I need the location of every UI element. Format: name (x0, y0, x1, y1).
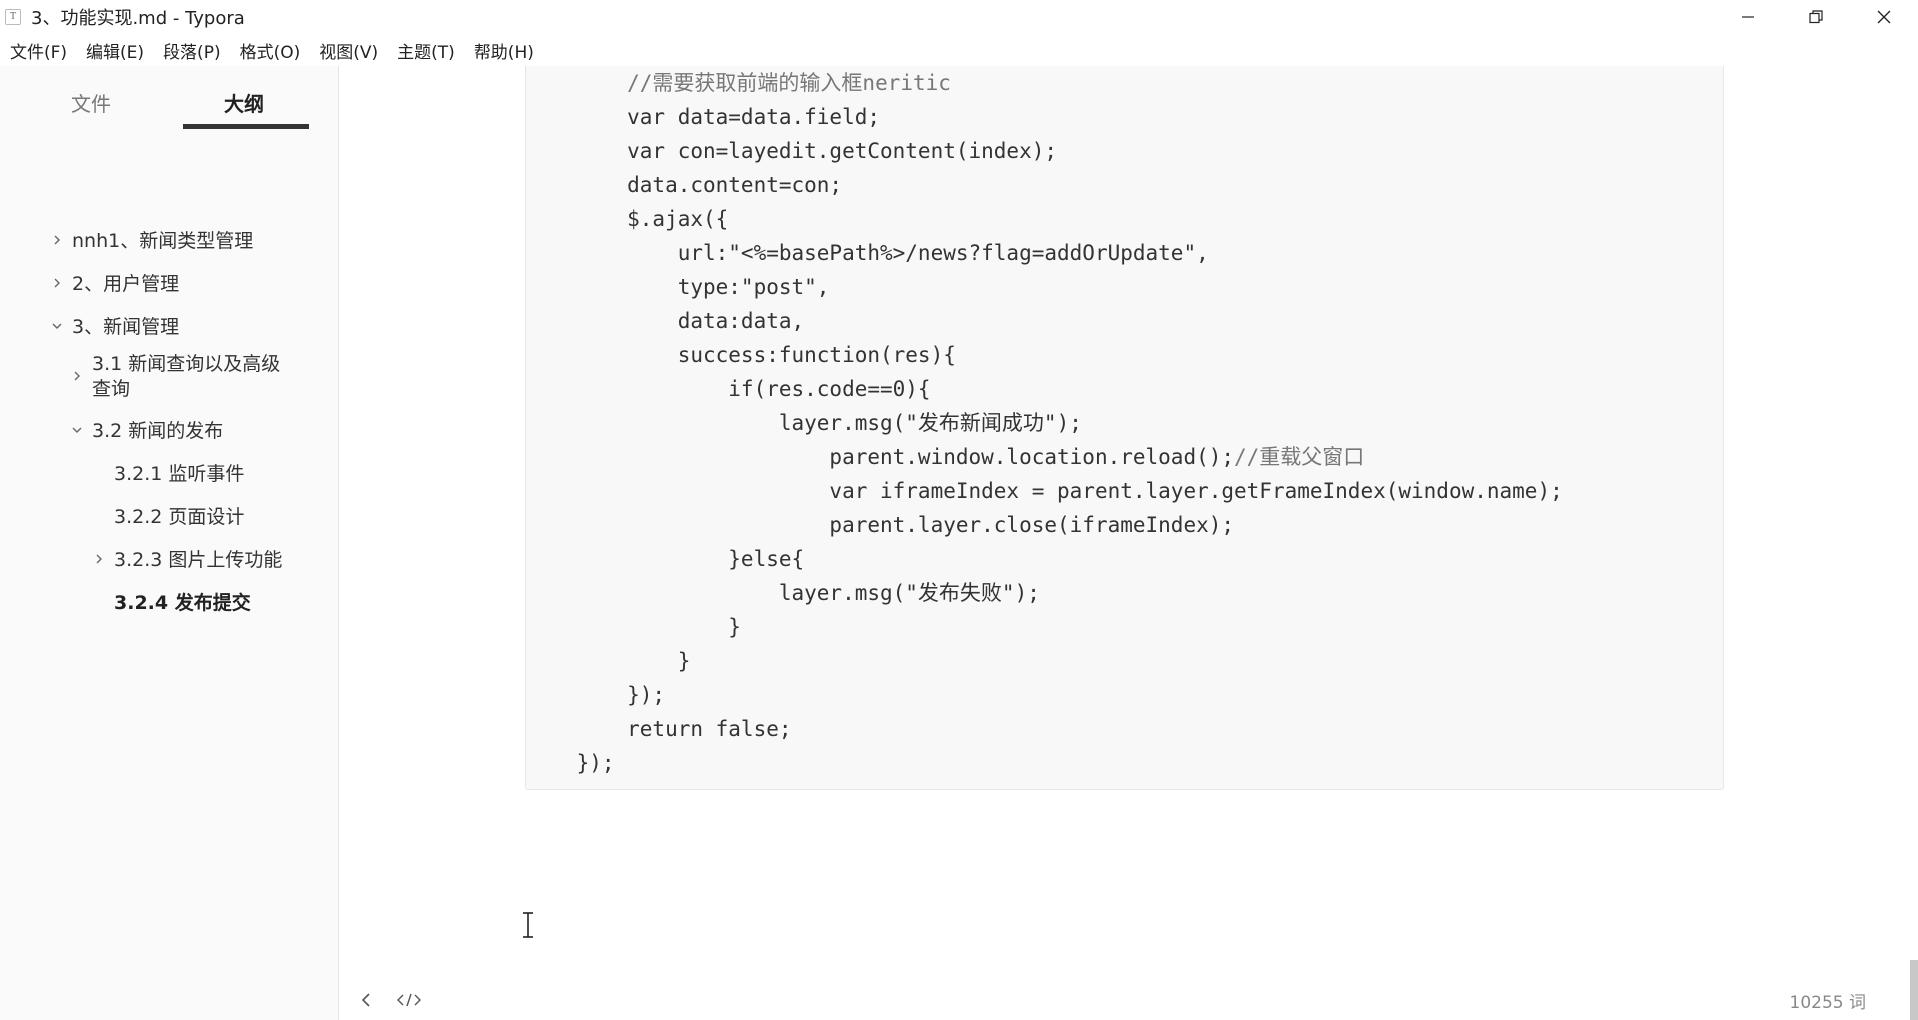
code-line-6: url:"<%=basePath%>/news?flag=addOrUpdate… (526, 241, 1209, 265)
close-icon (1877, 10, 1891, 24)
code-comment: //需要获取前端的输入框neritic (526, 71, 951, 95)
code-line-9: success:function(res){ (526, 343, 956, 367)
code-line-10: if(res.code==0){ (526, 377, 931, 401)
code-line-11: layer.msg("发布新闻成功"); (526, 411, 1082, 435)
window-controls (1714, 0, 1918, 34)
tab-files[interactable]: 文件 (71, 88, 111, 117)
window-title: 3、功能实现.md - Typora (31, 8, 245, 29)
menu-format[interactable]: 格式(O) (240, 38, 301, 63)
outline-item-page-design[interactable]: 3.2.2 页面设计 (114, 505, 244, 530)
code-line-5: $.ajax({ (526, 207, 729, 231)
outline-item-news-query-line2: 查询 (92, 378, 131, 400)
code-comment: //重载父窗口 (1234, 445, 1365, 469)
chevron-down-icon[interactable] (50, 319, 64, 333)
code-text: parent.window.location.reload(); (526, 445, 1235, 469)
code-line-7: type:"post", (526, 275, 830, 299)
minimize-icon (1742, 16, 1754, 18)
sidebar-tabs: 文件 大纲 (0, 66, 338, 133)
chevron-down-icon[interactable] (70, 423, 84, 437)
sidebar: 文件 大纲 nnh1、新闻类型管理 2、用户管理 3、新闻管理 3.1 新闻查询… (0, 66, 339, 1020)
code-icon (397, 993, 421, 1007)
code-line-2: var data=data.field; (526, 105, 881, 129)
code-line-8: data:data, (526, 309, 805, 333)
code-line-17: } (526, 615, 741, 639)
typora-app-icon: T (5, 9, 21, 25)
outline-item-listen-events[interactable]: 3.2.1 监听事件 (114, 462, 244, 487)
chevron-right-icon[interactable] (70, 369, 84, 383)
tab-outline[interactable]: 大纲 (224, 88, 264, 117)
code-line-4: data.content=con; (526, 173, 843, 197)
title-bar: T 3、功能实现.md - Typora (0, 0, 1918, 34)
restore-icon (1809, 10, 1823, 24)
minimize-button[interactable] (1714, 0, 1782, 34)
menu-help[interactable]: 帮助(H) (474, 38, 534, 63)
code-line-18: } (526, 649, 691, 673)
outline-item-image-upload[interactable]: 3.2.3 图片上传功能 (114, 548, 282, 573)
chevron-right-icon[interactable] (92, 552, 106, 566)
code-line-13: var iframeIndex = parent.layer.getFrameI… (526, 479, 1563, 503)
chevron-right-icon[interactable] (50, 276, 64, 290)
outline-item-news-query[interactable]: 3.1 新闻查询以及高级 查询 (92, 352, 280, 402)
restore-button[interactable] (1782, 0, 1850, 34)
scrollbar-thumb[interactable] (1910, 960, 1918, 1020)
text-cursor-icon (520, 910, 536, 944)
chevron-left-icon (361, 993, 370, 1007)
code-line-1: //需要获取前端的输入框neritic (526, 66, 951, 100)
toggle-sidebar-button[interactable] (354, 988, 378, 1012)
source-code-mode-button[interactable] (394, 988, 424, 1012)
outline-item-publish-submit[interactable]: 3.2.4 发布提交 (114, 591, 251, 616)
code-line-20: return false; (526, 717, 792, 741)
outline-item-news-query-line1: 3.1 新闻查询以及高级 (92, 353, 281, 375)
code-line-12: parent.window.location.reload();//重载父窗口 (526, 440, 1364, 474)
outline-item-user-management[interactable]: 2、用户管理 (72, 272, 179, 297)
outline-item-news-type[interactable]: nnh1、新闻类型管理 (72, 229, 253, 254)
code-block[interactable]: //需要获取前端的输入框neritic var data=data.field;… (525, 66, 1724, 790)
menu-bar: 文件(F) 编辑(E) 段落(P) 格式(O) 视图(V) 主题(T) 帮助(H… (0, 34, 1918, 66)
code-line-21: }); (526, 751, 615, 775)
menu-theme[interactable]: 主题(T) (397, 38, 455, 63)
menu-edit[interactable]: 编辑(E) (86, 38, 144, 63)
code-line-3: var con=layedit.getContent(index); (526, 139, 1058, 163)
menu-view[interactable]: 视图(V) (319, 38, 378, 63)
close-button[interactable] (1850, 0, 1918, 34)
chevron-right-icon[interactable] (50, 233, 64, 247)
word-count[interactable]: 10255 词 (1790, 988, 1866, 1013)
code-line-16: layer.msg("发布失败"); (526, 581, 1040, 605)
active-tab-indicator (183, 124, 309, 129)
code-line-15: }else{ (526, 547, 805, 571)
outline-item-news-management[interactable]: 3、新闻管理 (72, 315, 179, 340)
outline-item-news-publish[interactable]: 3.2 新闻的发布 (92, 419, 223, 444)
menu-paragraph[interactable]: 段落(P) (163, 38, 221, 63)
status-bar: 10255 词 (340, 976, 1918, 1020)
menu-file[interactable]: 文件(F) (10, 38, 67, 63)
code-line-19: }); (526, 683, 666, 707)
code-line-14: parent.layer.close(iframeIndex); (526, 513, 1235, 537)
